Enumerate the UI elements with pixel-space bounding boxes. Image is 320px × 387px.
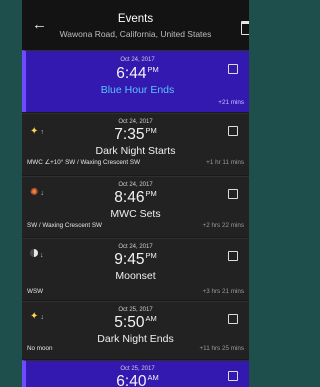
event-offset: +1 hr 11 mins — [206, 159, 244, 166]
event-offset: +11 hrs 25 mins — [199, 345, 244, 352]
page-title: Events — [117, 13, 154, 25]
event-checkbox[interactable] — [228, 314, 238, 324]
event-name: Blue Hour Ends — [100, 84, 175, 96]
event-detail: SW / Waxing Crescent SW — [27, 222, 102, 229]
event-name: Dark Night Starts — [95, 145, 176, 157]
event-card-dark-night-starts[interactable]: ✦ ↑ Oct 24, 2017 7:35PM Dark Night Starts… — [22, 113, 249, 175]
event-name: MWC Sets — [110, 208, 161, 220]
event-time-period: PM — [145, 126, 157, 135]
event-card-blue-hour-ends[interactable]: Oct 24, 2017 6:44PM Blue Hour Ends +21 m… — [22, 50, 249, 112]
event-date: Oct 24, 2017 — [118, 119, 153, 125]
app-screen: ← Events Wawona Road, California, United… — [22, 0, 249, 387]
event-time-period: AM — [147, 373, 159, 382]
event-time: 7:35PM — [22, 126, 249, 144]
event-time-value: 5:50 — [114, 314, 145, 331]
event-time-value: 6:44 — [116, 65, 147, 82]
event-date: Oct 24, 2017 — [120, 57, 155, 63]
event-time-value: 8:46 — [114, 189, 145, 206]
event-date: Oct 24, 2017 — [118, 244, 153, 250]
event-name: Dark Night Ends — [97, 333, 174, 345]
event-checkbox[interactable] — [228, 126, 238, 136]
event-time-period: PM — [145, 251, 157, 260]
calendar-icon[interactable] — [241, 21, 249, 35]
event-card-next[interactable]: Oct 25, 2017 6:40AM — [22, 360, 249, 387]
event-offset: +2 hrs 22 mins — [202, 222, 244, 229]
event-date: Oct 25, 2017 — [118, 307, 153, 313]
event-detail: WSW — [27, 288, 44, 295]
app-header: ← Events Wawona Road, California, United… — [22, 0, 249, 50]
event-checkbox[interactable] — [228, 64, 238, 74]
event-date: Oct 24, 2017 — [118, 182, 153, 188]
event-time-value: 9:45 — [114, 251, 145, 268]
event-time-value: 7:35 — [114, 126, 145, 143]
event-detail: No moon — [27, 345, 53, 352]
event-detail: MWC ∠+10° SW / Waxing Crescent SW — [27, 159, 141, 166]
event-time: 6:44PM — [26, 65, 249, 83]
event-time-period: PM — [147, 65, 159, 74]
event-time-period: PM — [145, 189, 157, 198]
event-offset: +21 mins — [218, 99, 244, 106]
event-offset: +3 hrs 21 mins — [202, 288, 244, 295]
event-name: Moonset — [115, 270, 156, 282]
event-card-dark-night-ends[interactable]: ✦ ↓ Oct 25, 2017 5:50AM Dark Night Ends N… — [22, 301, 249, 359]
event-time-value: 6:40 — [116, 373, 147, 387]
event-checkbox[interactable] — [228, 189, 238, 199]
event-time: 8:46PM — [22, 189, 249, 207]
event-card-moonset[interactable]: ↓ Oct 24, 2017 9:45PM Moonset WSW +3 hrs… — [22, 238, 249, 300]
event-checkbox[interactable] — [228, 251, 238, 261]
event-card-mwc-sets[interactable]: ✺ ↓ Oct 24, 2017 8:46PM MWC Sets SW / Wax… — [22, 176, 249, 237]
event-checkbox[interactable] — [228, 371, 238, 381]
event-time: 5:50AM — [22, 314, 249, 332]
event-time: 9:45PM — [22, 251, 249, 269]
event-date: Oct 25, 2017 — [120, 366, 155, 372]
event-time: 6:40AM — [26, 373, 249, 387]
location-subtitle: Wawona Road, California, United States — [59, 29, 212, 39]
event-time-period: AM — [145, 314, 157, 323]
